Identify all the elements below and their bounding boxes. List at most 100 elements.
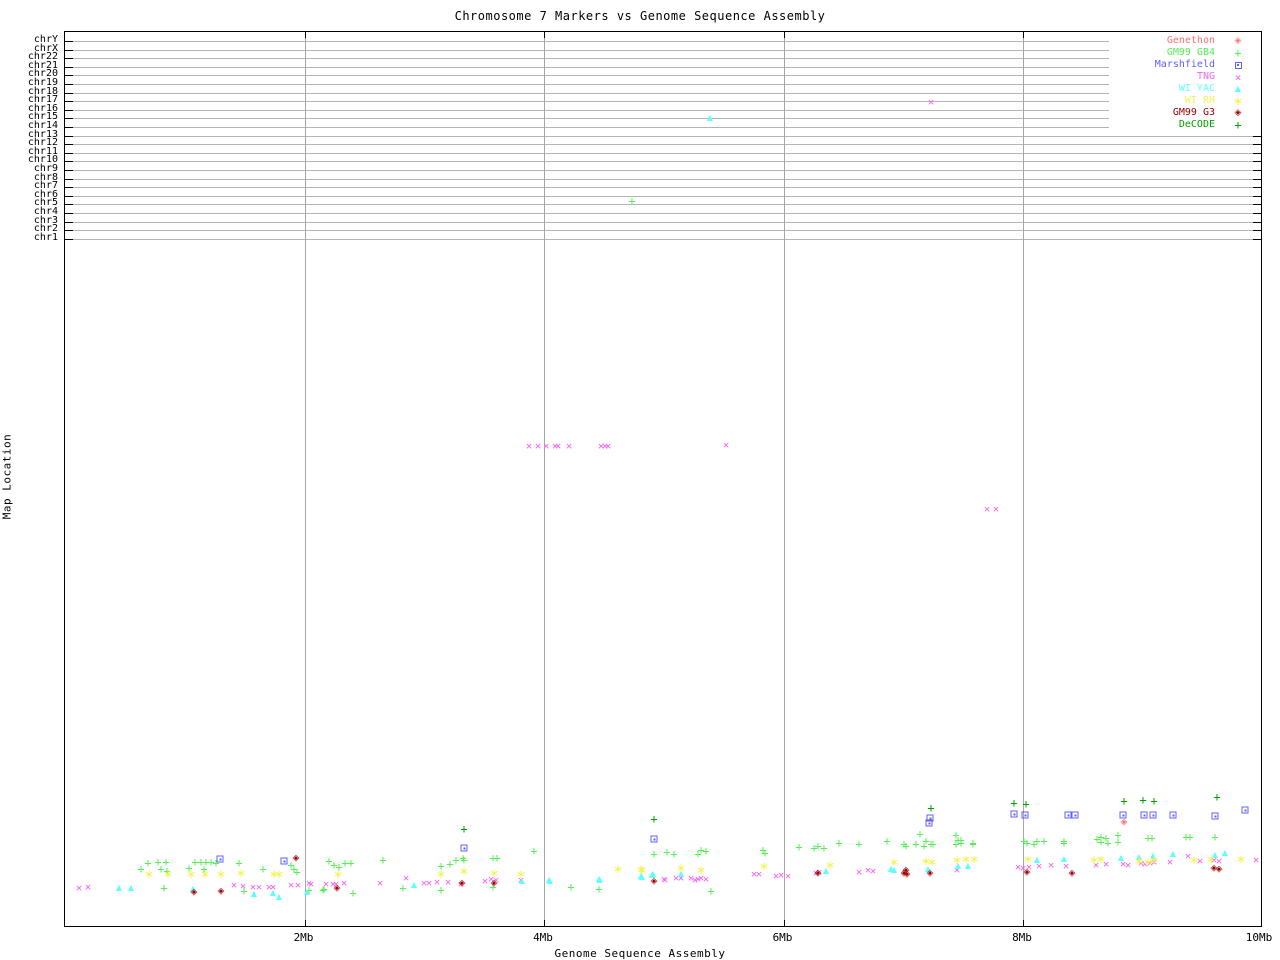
data-point-gm99-gb4: + [489, 851, 497, 865]
data-point-gm99-gb4: + [293, 865, 301, 879]
chromosome-gridline [65, 238, 1261, 240]
data-point-gm99-gb4: + [1093, 832, 1101, 846]
data-point-wi-yac: ▲ [546, 876, 554, 885]
data-point-tng: × [340, 876, 348, 890]
data-point-tng: × [1196, 854, 1204, 868]
data-point-gm99-gb4: + [927, 837, 935, 851]
triangle-icon: ▲ [1234, 84, 1242, 93]
data-point-wi-yac: ▲ [890, 865, 898, 874]
data-point-wi-yac: ▲ [596, 875, 604, 884]
data-point-tng: × [322, 877, 330, 891]
data-point-tng: × [1035, 859, 1043, 873]
data-point-wi-rh: ∗ [960, 852, 972, 866]
chromosome-gridline [65, 170, 1261, 171]
legend-item-tng: TNG × [1109, 71, 1261, 83]
legend: Genethon ◈ GM99 GB4 + Marshfield TNG × WI YAC ▲ W… [1109, 35, 1261, 131]
x-tick-label: 6Mb [772, 931, 793, 944]
chromosome-gridline [65, 195, 1261, 197]
data-point-gm99-gb4: + [1097, 830, 1105, 844]
left-tick [65, 66, 73, 68]
left-tick [65, 135, 73, 137]
data-point-gm99-gb4: + [1060, 836, 1068, 850]
chromosome-gridline [65, 161, 1261, 163]
data-point-wi-yac: ▲ [1169, 849, 1177, 858]
data-point-tng: × [694, 872, 702, 886]
data-point-gm99-g3: ◈ [926, 868, 934, 879]
data-point-tng: × [1047, 858, 1055, 872]
data-point-gm99-gb4: + [325, 854, 333, 868]
data-point-tng: × [332, 877, 340, 891]
data-point-marshfield [1211, 812, 1219, 820]
data-point-tng: × [812, 866, 820, 880]
data-point-wi-rh: ∗ [143, 867, 155, 881]
data-point-tng: × [691, 873, 699, 887]
data-point-tng: × [433, 875, 441, 889]
data-point-wi-rh: ∗ [1133, 854, 1145, 868]
data-point-gm99-gb4: + [493, 851, 501, 865]
data-point-tng: × [534, 439, 542, 453]
data-point-marshfield [1169, 811, 1177, 819]
data-point-wi-yac: ▲ [189, 884, 197, 893]
left-tick [65, 230, 73, 232]
data-point-wi-rh: ∗ [1095, 852, 1107, 866]
data-point-marshfield [925, 819, 933, 827]
data-point-gm99-gb4: + [567, 880, 575, 894]
top-tick [304, 32, 306, 38]
data-point-tng: × [554, 439, 562, 453]
left-tick [65, 170, 73, 171]
data-point-tng: × [565, 439, 573, 453]
data-point-gm99-gb4: + [1040, 834, 1048, 848]
data-point-tng: × [249, 880, 257, 894]
top-tick [544, 32, 545, 38]
legend-symbol-cell: × [1215, 72, 1261, 83]
data-point-gm99-gb4: + [259, 862, 267, 876]
data-point-tng: × [84, 880, 92, 894]
legend-item-marshfield: Marshfield [1109, 60, 1261, 70]
right-tick [1253, 135, 1261, 137]
left-tick [65, 118, 73, 120]
chromosome-gridline [65, 41, 1261, 42]
data-point-wi-yac: ▲ [1149, 851, 1157, 860]
data-point-tng: × [1092, 858, 1100, 872]
data-point-tng: × [697, 871, 705, 885]
data-point-wi-rh: ∗ [1148, 853, 1160, 867]
y-axis-title: Map Location [0, 433, 14, 520]
data-point-gm99-gb4: + [952, 837, 960, 851]
data-point-gm99-gb4: + [185, 861, 193, 875]
data-point-decode: + [460, 822, 468, 836]
data-point-marshfield [280, 857, 288, 865]
left-tick [65, 58, 73, 60]
data-point-decode: + [1213, 790, 1221, 804]
legend-symbol-cell: + [1215, 47, 1261, 59]
data-point-wi-yac: ▲ [677, 869, 685, 878]
data-point-tng: × [420, 876, 428, 890]
data-point-tng: × [305, 876, 313, 890]
data-point-wi-yac: ▲ [649, 869, 657, 878]
data-point-gm99-gb4: + [240, 884, 248, 898]
data-point-gm99-gb4: + [663, 845, 671, 859]
x-tick-label: 10Mb [1245, 931, 1273, 944]
left-tick [65, 238, 73, 240]
legend-label: TNG [1196, 71, 1215, 82]
data-point-gm99-gb4: + [761, 846, 769, 860]
data-point-tng: × [1119, 857, 1127, 871]
data-point-gm99-gb4: + [437, 859, 445, 873]
data-point-tng: × [1062, 859, 1070, 873]
mb-gridline [1023, 32, 1024, 926]
data-point-gm99-g3: ◈ [650, 876, 658, 887]
chromosome-gridline [65, 135, 1261, 137]
data-point-gm99-gb4: + [957, 836, 965, 850]
data-point-gm99-gb4: + [212, 856, 220, 870]
data-point-gm99-gb4: + [912, 837, 920, 851]
data-point-wi-rh: ∗ [1022, 852, 1034, 866]
plot-area: Genethon ◈ GM99 GB4 + Marshfield TNG × WI YAC ▲ W… [64, 31, 1262, 927]
data-point-tng: × [750, 867, 758, 881]
data-point-gm99-gb4: + [650, 847, 658, 861]
data-point-tng: × [687, 871, 695, 885]
plus-icon: + [1234, 118, 1242, 132]
left-tick [65, 195, 73, 197]
chromosome-gridline [65, 75, 1261, 77]
bottom-tick [783, 920, 785, 926]
right-tick [1253, 161, 1261, 163]
data-point-gm99-gb4: + [287, 858, 295, 872]
